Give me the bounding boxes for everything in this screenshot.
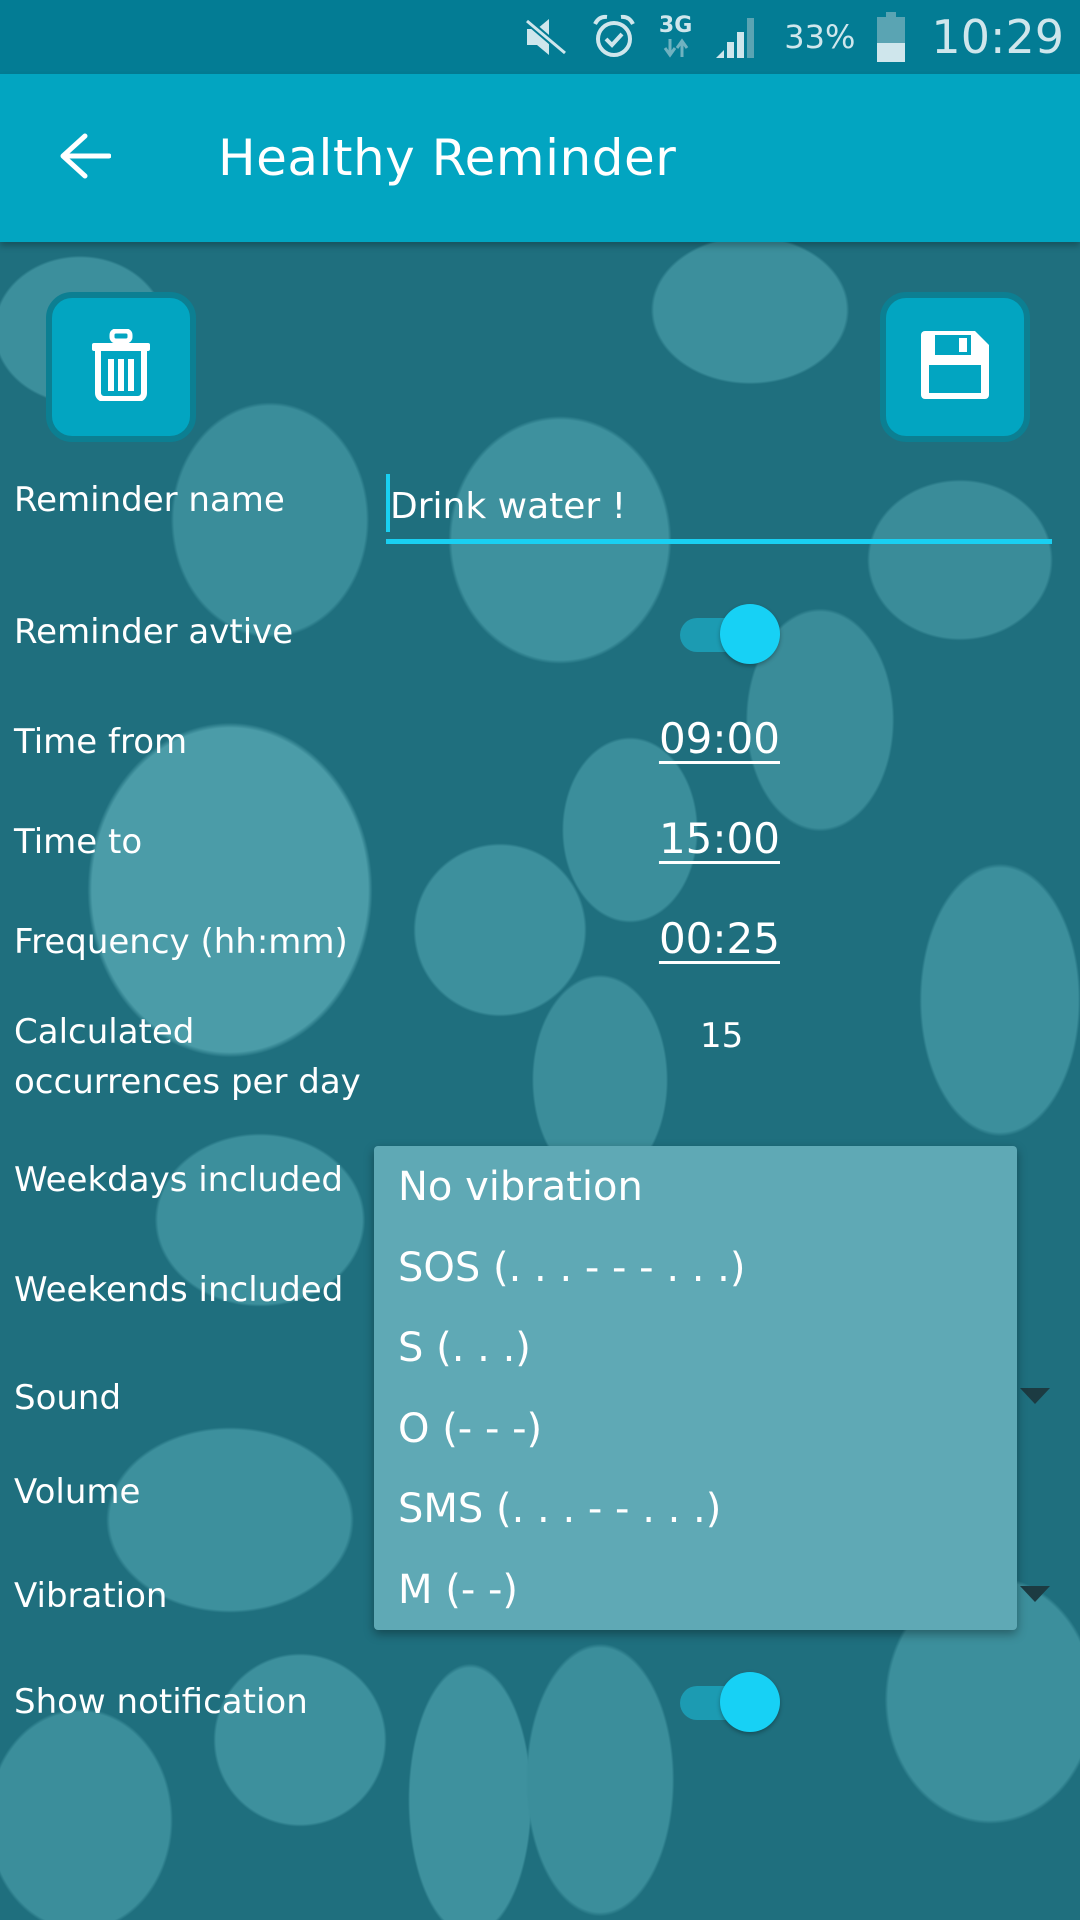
vibration-option-o[interactable]: O (- - -) xyxy=(374,1406,1017,1487)
signal-icon xyxy=(714,14,762,60)
occurrences-label-line2: occurrences per day xyxy=(14,1062,361,1102)
reminder-active-toggle[interactable] xyxy=(674,602,784,666)
mute-icon xyxy=(522,17,569,57)
reminder-name-label: Reminder name xyxy=(14,480,285,520)
trash-icon xyxy=(90,328,152,405)
alarm-icon xyxy=(591,14,637,60)
occurrences-label-line1: Calculated xyxy=(14,1012,195,1052)
save-button[interactable] xyxy=(880,292,1030,442)
battery-percent: 33% xyxy=(784,18,856,56)
toggle-thumb xyxy=(720,604,780,664)
reminder-name-input[interactable] xyxy=(386,474,1052,544)
clock: 10:29 xyxy=(931,10,1064,64)
floppy-disk-icon xyxy=(921,331,989,403)
show-notification-label: Show notification xyxy=(14,1682,308,1722)
vibration-option-m[interactable]: M (- -) xyxy=(374,1567,1017,1648)
toggle-thumb xyxy=(720,1672,780,1732)
arrow-left-icon xyxy=(59,133,112,183)
app-title: Healthy Reminder xyxy=(218,129,677,187)
occurrences-value: 15 xyxy=(700,1016,744,1056)
back-button[interactable] xyxy=(0,74,170,242)
reminder-active-label: Reminder avtive xyxy=(14,612,294,652)
vibration-label: Vibration xyxy=(14,1576,168,1616)
time-to-label: Time to xyxy=(14,822,143,862)
weekends-label: Weekends included xyxy=(14,1270,344,1310)
volume-label: Volume xyxy=(14,1472,141,1512)
sound-label: Sound xyxy=(14,1378,122,1418)
status-bar: 3G 33% 10:29 xyxy=(0,0,1080,74)
battery-icon xyxy=(877,12,906,62)
time-from-value[interactable]: 09:00 xyxy=(658,714,780,763)
time-to-value[interactable]: 15:00 xyxy=(658,814,780,863)
frequency-label: Frequency (hh:mm) xyxy=(14,922,348,962)
frequency-value[interactable]: 00:25 xyxy=(658,914,780,963)
weekdays-label: Weekdays included xyxy=(14,1160,343,1200)
vibration-option-none[interactable]: No vibration xyxy=(374,1164,1017,1245)
network-3g-icon: 3G xyxy=(659,15,692,59)
vibration-dropdown-menu: No vibration SOS (. . . - - - . . .) S (… xyxy=(374,1146,1017,1630)
vibration-option-sos[interactable]: SOS (. . . - - - . . .) xyxy=(374,1245,1017,1326)
show-notification-toggle[interactable] xyxy=(674,1670,784,1734)
delete-button[interactable] xyxy=(46,292,196,442)
vibration-dropdown-arrow-icon[interactable] xyxy=(1020,1586,1050,1602)
app-bar: Healthy Reminder xyxy=(0,74,1080,242)
vibration-option-sms[interactable]: SMS (. . . - - . . .) xyxy=(374,1486,1017,1567)
time-from-label: Time from xyxy=(14,722,188,762)
text-cursor xyxy=(386,474,390,532)
vibration-option-s[interactable]: S (. . .) xyxy=(374,1325,1017,1406)
sound-dropdown-arrow-icon[interactable] xyxy=(1020,1388,1050,1404)
